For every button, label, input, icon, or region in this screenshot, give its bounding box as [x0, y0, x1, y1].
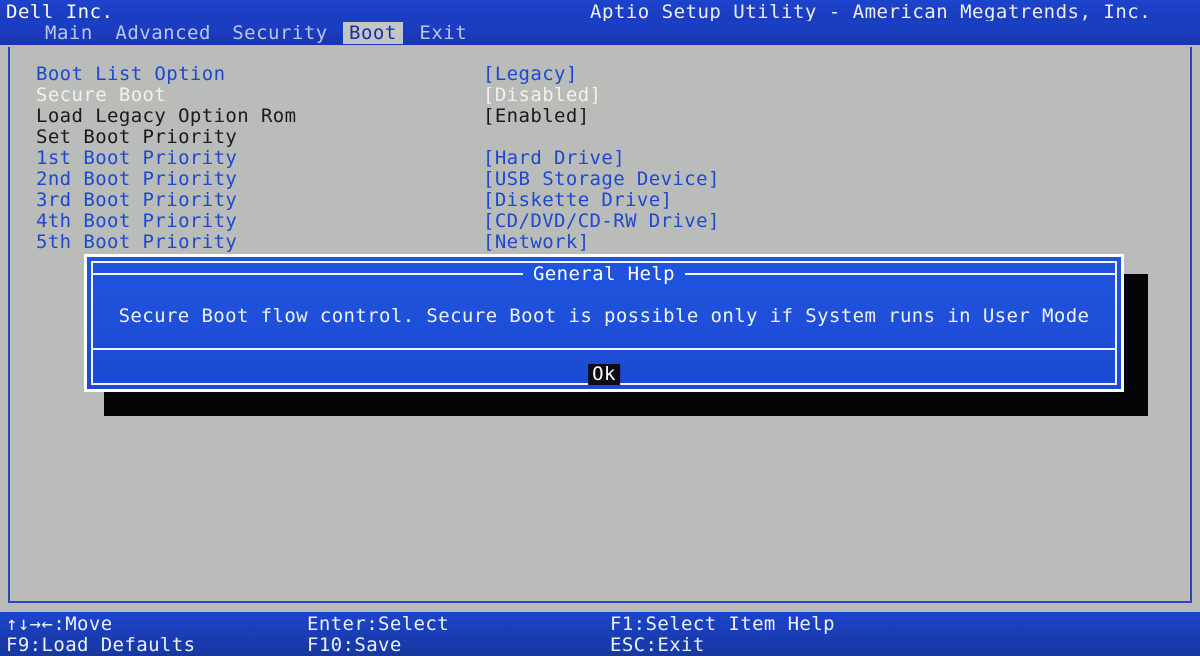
- tab-main[interactable]: Main: [39, 22, 99, 44]
- general-help-dialog: General Help Secure Boot flow control. S…: [84, 254, 1124, 392]
- setting-label: Secure Boot: [36, 85, 166, 106]
- dialog-inner-border: General Help Secure Boot flow control. S…: [91, 261, 1117, 385]
- setting-value[interactable]: [Disabled]: [483, 85, 601, 106]
- setting-label: Boot List Option: [36, 64, 225, 85]
- setting-value[interactable]: [Network]: [483, 232, 590, 253]
- setting-label: 1st Boot Priority: [36, 148, 237, 169]
- vendor-name: Dell Inc.: [6, 1, 113, 23]
- key-hint: F1:Select Item Help: [610, 614, 835, 635]
- setting-value[interactable]: [USB Storage Device]: [483, 169, 720, 190]
- setting-value[interactable]: [CD/DVD/CD-RW Drive]: [483, 211, 720, 232]
- setting-row[interactable]: Set Boot Priority: [36, 127, 1136, 148]
- setting-row[interactable]: Load Legacy Option Rom [Enabled]: [36, 106, 1136, 127]
- setting-value[interactable]: [Legacy]: [483, 64, 578, 85]
- setting-label: 2nd Boot Priority: [36, 169, 237, 190]
- title-bar: Dell Inc. Aptio Setup Utility - American…: [0, 0, 1200, 21]
- tab-security[interactable]: Security: [226, 22, 334, 44]
- key-hint: F10:Save: [307, 635, 402, 656]
- setting-row[interactable]: 5th Boot Priority [Network]: [36, 232, 1136, 253]
- key-hint: Enter:Select: [307, 614, 449, 635]
- setting-row[interactable]: 3rd Boot Priority [Diskette Drive]: [36, 190, 1136, 211]
- dialog-message: Secure Boot flow control. Secure Boot is…: [93, 305, 1115, 327]
- tab-boot[interactable]: Boot: [343, 22, 403, 44]
- footer-key-hints: ↑↓→←:Move Enter:Select F1:Select Item Help…: [0, 612, 1200, 656]
- bios-setup-screen: Dell Inc. Aptio Setup Utility - American…: [0, 0, 1200, 656]
- setting-row[interactable]: 2nd Boot Priority [USB Storage Device]: [36, 169, 1136, 190]
- key-hint: F9:Load Defaults: [6, 635, 195, 656]
- setting-label: Load Legacy Option Rom: [36, 106, 296, 127]
- setting-value[interactable]: [Diskette Drive]: [483, 190, 672, 211]
- ok-button[interactable]: Ok: [588, 364, 620, 385]
- setting-row[interactable]: 4th Boot Priority [CD/DVD/CD-RW Drive]: [36, 211, 1136, 232]
- setting-label: Set Boot Priority: [36, 127, 237, 148]
- tab-exit[interactable]: Exit: [413, 22, 473, 44]
- dialog-separator: [93, 348, 1115, 350]
- setting-value[interactable]: [Hard Drive]: [483, 148, 625, 169]
- menu-bar: Main Advanced Security Boot Exit: [0, 21, 1200, 45]
- key-hint: ESC:Exit: [610, 635, 705, 656]
- setting-row[interactable]: 1st Boot Priority [Hard Drive]: [36, 148, 1136, 169]
- setting-label: 3rd Boot Priority: [36, 190, 237, 211]
- setting-label: 4th Boot Priority: [36, 211, 237, 232]
- setting-row[interactable]: Secure Boot [Disabled]: [36, 85, 1136, 106]
- utility-title: Aptio Setup Utility - American Megatrend…: [590, 1, 1151, 23]
- setting-value[interactable]: [Enabled]: [483, 106, 590, 127]
- tab-advanced[interactable]: Advanced: [109, 22, 217, 44]
- setting-row[interactable]: Boot List Option [Legacy]: [36, 64, 1136, 85]
- key-hint: ↑↓→←:Move: [6, 614, 113, 635]
- setting-label: 5th Boot Priority: [36, 232, 237, 253]
- dialog-title: General Help: [93, 263, 1115, 285]
